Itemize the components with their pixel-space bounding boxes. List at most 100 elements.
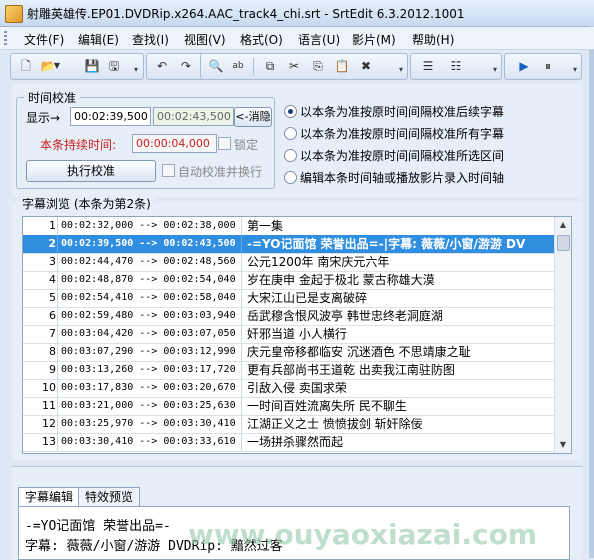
replace-icon[interactable]: ab [229, 57, 247, 75]
undo-icon[interactable]: ↶ [153, 57, 171, 75]
table-row[interactable]: 8 00:03:07,290 --> 00:03:12,990 庆元皇帝移都临安 沉… [23, 343, 555, 362]
row-text: 一时间百姓流离失所 民不聊生 [247, 399, 407, 413]
row-number: 8 [49, 345, 56, 358]
save-as-icon[interactable]: 🖫 [105, 57, 123, 75]
option-record-label: 编辑本条时间轴或播放影片录入时间轴 [300, 171, 505, 185]
table-row[interactable]: 13 00:03:30,410 --> 00:03:33,610 一场拼杀骤然而起 [23, 433, 555, 452]
start-time-field[interactable]: 00:02:39,500 [70, 107, 151, 126]
column-divider [57, 289, 58, 307]
window-frame-right [589, 26, 594, 558]
copy-icon[interactable]: ⎘ [309, 57, 327, 75]
row-timecode: 00:02:54,410 --> 00:02:58,040 [61, 292, 236, 303]
option-all-radio[interactable] [284, 127, 297, 140]
table-row[interactable]: 10 00:03:17,830 --> 00:03:20,670 引敌入侵 卖国求荣 [23, 379, 555, 398]
row-timecode: 00:03:04,420 --> 00:03:07,050 [61, 328, 236, 339]
play-icon[interactable]: ▶ [515, 57, 533, 75]
column-divider [241, 271, 242, 289]
row-text: 大宋江山已是支离破碎 [247, 291, 368, 305]
menu-format[interactable]: 格式(O) [240, 31, 283, 48]
auto-calibrate-checkbox[interactable] [162, 164, 175, 177]
align-list2-icon[interactable]: ☷ [447, 57, 465, 75]
toolbar-divider [253, 58, 254, 75]
table-row[interactable]: 1 00:02:32,000 --> 00:02:38,000 第一集 [23, 217, 555, 236]
column-divider [57, 361, 58, 379]
row-number: 3 [49, 255, 56, 268]
watermark: www.ouyaoxiazai.com [188, 518, 537, 551]
pause-icon[interactable]: ⏸ [539, 57, 557, 75]
execute-calibration-button[interactable]: 执行校准 [26, 160, 156, 182]
toolbar-align: ☰ ☷ ▾ [410, 53, 502, 80]
menu-edit[interactable]: 编辑(E) [78, 31, 119, 48]
subtitle-list[interactable]: 1 00:02:32,000 --> 00:02:38,000 第一集 2 00:02:… [22, 216, 572, 454]
column-divider [241, 397, 242, 415]
toolbar-overflow-icon[interactable]: ▾ [132, 56, 140, 76]
option-subsequent-radio[interactable] [284, 105, 297, 118]
column-divider [57, 415, 58, 433]
column-divider [57, 325, 58, 343]
menu-find[interactable]: 查找(I) [132, 31, 169, 48]
row-text: 公元1200年 南宋庆元六年 [247, 255, 390, 269]
toolbar-overflow-icon[interactable]: ▾ [397, 56, 405, 76]
menu-file[interactable]: 文件(F) [24, 31, 64, 48]
scroll-down-icon[interactable]: ▼ [555, 437, 571, 453]
column-divider [241, 433, 242, 451]
menu-language[interactable]: 语言(U) [298, 31, 340, 48]
table-row[interactable]: 6 00:02:59,480 --> 00:03:03,940 岳武穆含恨风波亭 韩… [23, 307, 555, 326]
row-timecode: 00:03:21,000 --> 00:03:25,630 [61, 400, 236, 411]
column-divider [241, 307, 242, 325]
table-row[interactable]: 11 00:03:21,000 --> 00:03:25,630 一时间百姓流离失所… [23, 397, 555, 416]
table-row[interactable]: 7 00:03:04,420 --> 00:03:07,050 奸邪当道 小人横行 [23, 325, 555, 344]
table-row[interactable]: 2 00:02:39,500 --> 00:02:43,500 -=YO记面馆 荣誉… [23, 235, 555, 254]
table-row[interactable]: 5 00:02:54,410 --> 00:02:58,040 大宋江山已是支离破碎 [23, 289, 555, 308]
row-number: 12 [42, 417, 56, 430]
row-text: 岁在庚申 金起于极北 蒙古称雄大漠 [247, 273, 435, 287]
table-row[interactable]: 12 00:03:25,970 --> 00:03:30,410 江湖正义之士 愤愤… [23, 415, 555, 434]
scroll-up-icon[interactable]: ▲ [555, 217, 571, 233]
column-divider [241, 235, 242, 253]
row-timecode: 00:03:13,260 --> 00:03:17,720 [61, 364, 236, 375]
lock-label: 锁定 [234, 138, 259, 152]
menu-movie[interactable]: 影片(M) [352, 31, 396, 48]
save-icon[interactable]: 💾 [83, 57, 101, 75]
menu-bar: 文件(F) 编辑(E) 查找(I) 视图(V) 格式(O) 语言(U) 影片(M… [0, 27, 594, 50]
toolbar-overflow-icon[interactable]: ▾ [491, 56, 499, 76]
new-file-icon[interactable]: 🗋 [17, 57, 35, 75]
end-time-field[interactable]: 00:02:43,500 [153, 107, 234, 126]
option-range-label: 以本条为准按原时间间隔校准所选区间 [300, 149, 505, 163]
column-divider [241, 325, 242, 343]
row-timecode: 00:03:07,290 --> 00:03:12,990 [61, 346, 236, 357]
paste-icon[interactable]: 📋 [333, 57, 351, 75]
open-dropdown-icon[interactable]: ▼ [53, 57, 61, 75]
lock-checkbox[interactable] [218, 137, 231, 150]
redo-icon[interactable]: ↷ [177, 57, 195, 75]
row-text: 江湖正义之士 愤愤拔剑 斩奸除佞 [247, 417, 423, 431]
align-list-icon[interactable]: ☰ [419, 57, 437, 75]
column-divider [241, 289, 242, 307]
table-row[interactable]: 3 00:02:44,470 --> 00:02:48,560 公元1200年 南宋… [23, 253, 555, 272]
toolbar-overflow-icon[interactable]: ▾ [571, 56, 579, 76]
menu-help[interactable]: 帮助(H) [412, 31, 454, 48]
column-divider [241, 415, 242, 433]
copy-format-icon[interactable]: ⧉ [261, 57, 279, 75]
column-divider [57, 307, 58, 325]
scroll-thumb[interactable] [557, 235, 570, 251]
cut-icon[interactable]: ✂ [285, 57, 303, 75]
duration-field[interactable]: 00:00:04,000 [132, 134, 217, 153]
clear-button[interactable]: <-消隐 [234, 107, 272, 127]
option-range-radio[interactable] [284, 149, 297, 162]
option-record-radio[interactable] [284, 171, 297, 184]
tab-effect-preview[interactable]: 特效预览 [78, 487, 141, 506]
list-scrollbar[interactable]: ▲ ▼ [554, 217, 571, 453]
column-divider [57, 253, 58, 271]
column-divider [57, 217, 58, 235]
row-number: 13 [42, 435, 56, 448]
toolbar-playback: ▶ ⏸ ▾ [504, 53, 582, 80]
table-row[interactable]: 9 00:03:13,260 --> 00:03:17,720 更有兵部尚书王道乾 … [23, 361, 555, 380]
clear-icon[interactable]: ✖ [357, 57, 375, 75]
menu-view[interactable]: 视图(V) [184, 31, 226, 48]
menubar-grip[interactable] [4, 31, 7, 45]
table-row[interactable]: 4 00:02:48,870 --> 00:02:54,040 岁在庚申 金起于极北… [23, 271, 555, 290]
tab-subtitle-edit[interactable]: 字幕编辑 [18, 487, 81, 507]
column-divider [57, 379, 58, 397]
find-icon[interactable]: 🔍 [207, 57, 225, 75]
